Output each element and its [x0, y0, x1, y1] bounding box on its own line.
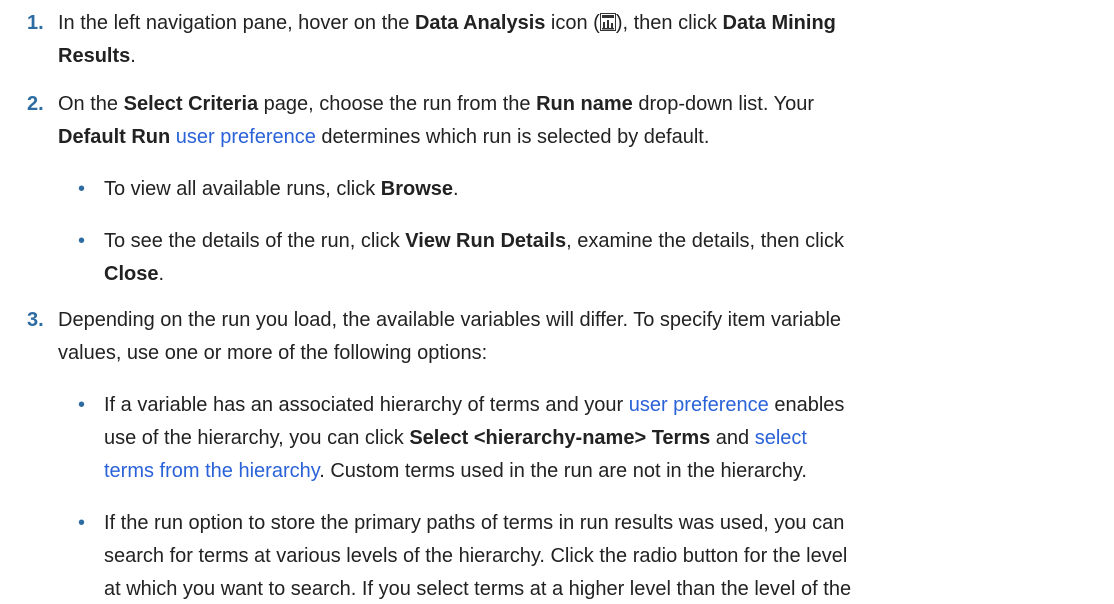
bullet-marker: •	[78, 394, 86, 416]
text: drop-down list. Your	[632, 93, 814, 115]
text: at which you want to search. If you sele…	[104, 578, 852, 600]
text: icon (	[545, 12, 600, 34]
text: search for terms at various levels of th…	[104, 545, 848, 567]
text: and	[710, 427, 755, 449]
text: To see the details of the run, click	[104, 230, 406, 252]
step-2-bullet-1: To view all available runs, click Browse…	[104, 175, 459, 204]
ui-term-results: Results	[58, 45, 131, 67]
text: To view all available runs, click	[104, 178, 381, 200]
bullet-marker: •	[78, 512, 86, 534]
step-3-bullet-1-line-1: If a variable has an associated hierarch…	[104, 391, 844, 420]
step-number: 2.	[27, 93, 44, 115]
bullet-marker: •	[78, 178, 86, 200]
text: .	[453, 178, 459, 200]
ui-term-default-run: Default Run	[58, 126, 171, 148]
step-number: 1.	[27, 12, 44, 34]
text: In the left navigation pane, hover on th…	[58, 12, 415, 34]
step-3-bullet-1-line-3: terms from the hierarchy. Custom terms u…	[104, 457, 807, 486]
step-3-bullet-2-line-2: search for terms at various levels of th…	[104, 542, 847, 571]
text: values, use one or more of the following…	[58, 342, 488, 364]
text: If a variable has an associated hierarch…	[104, 394, 629, 416]
ui-term-data-mining: Data Mining	[722, 12, 836, 34]
bullet-marker: •	[78, 230, 86, 252]
text: If the run option to store the primary p…	[104, 512, 845, 534]
select-terms-link-continued[interactable]: terms from the hierarchy	[104, 460, 319, 482]
text: .	[158, 263, 165, 285]
ui-term-select-hierarchy-terms: Select <hierarchy-name> Terms	[409, 427, 711, 449]
step-1-line-1: In the left navigation pane, hover on th…	[58, 9, 836, 38]
ui-term-close: Close	[104, 263, 159, 285]
step-1-line-2: Results.	[58, 42, 136, 71]
step-3-bullet-2-line-3: at which you want to search. If you sele…	[104, 575, 851, 604]
text: . Custom terms used in the run are not i…	[319, 460, 807, 482]
text: use of the hierarchy, you can click	[104, 427, 410, 449]
text: page, choose the run from the	[258, 93, 537, 115]
step-2-bullet-2: To see the details of the run, click Vie…	[104, 227, 844, 256]
ui-term-run-name: Run name	[536, 93, 633, 115]
step-3-bullet-2-line-1: If the run option to store the primary p…	[104, 509, 844, 538]
user-preference-link[interactable]: user preference	[176, 126, 316, 148]
select-terms-link[interactable]: select	[755, 427, 807, 449]
text: enables	[768, 394, 845, 416]
step-2-line-1: On the Select Criteria page, choose the …	[58, 90, 814, 119]
ui-term-browse: Browse	[380, 178, 454, 200]
user-preference-link[interactable]: user preference	[629, 394, 769, 416]
ui-term-view-run-details: View Run Details	[405, 230, 567, 252]
text: .	[130, 45, 136, 67]
step-number: 3.	[27, 309, 44, 331]
ui-term-select-criteria: Select Criteria	[123, 93, 259, 115]
step-3-line-2: values, use one or more of the following…	[58, 339, 487, 368]
text: determines which run is selected by defa…	[315, 126, 710, 148]
document-body: 1. In the left navigation pane, hover on…	[0, 0, 1114, 600]
text: , examine the details, then click	[566, 230, 844, 252]
text: On the	[58, 93, 124, 115]
ui-term-data-analysis: Data Analysis	[414, 12, 546, 34]
text: ), then click	[615, 12, 723, 34]
data-analysis-icon	[599, 11, 616, 31]
step-2-bullet-2-line-2: Close.	[104, 260, 164, 289]
step-2-line-2: Default Run user preference determines w…	[58, 123, 709, 152]
step-3-line-1: Depending on the run you load, the avail…	[58, 306, 841, 335]
step-3-bullet-1-line-2: use of the hierarchy, you can click Sele…	[104, 424, 807, 453]
text: Depending on the run you load, the avail…	[58, 309, 842, 331]
